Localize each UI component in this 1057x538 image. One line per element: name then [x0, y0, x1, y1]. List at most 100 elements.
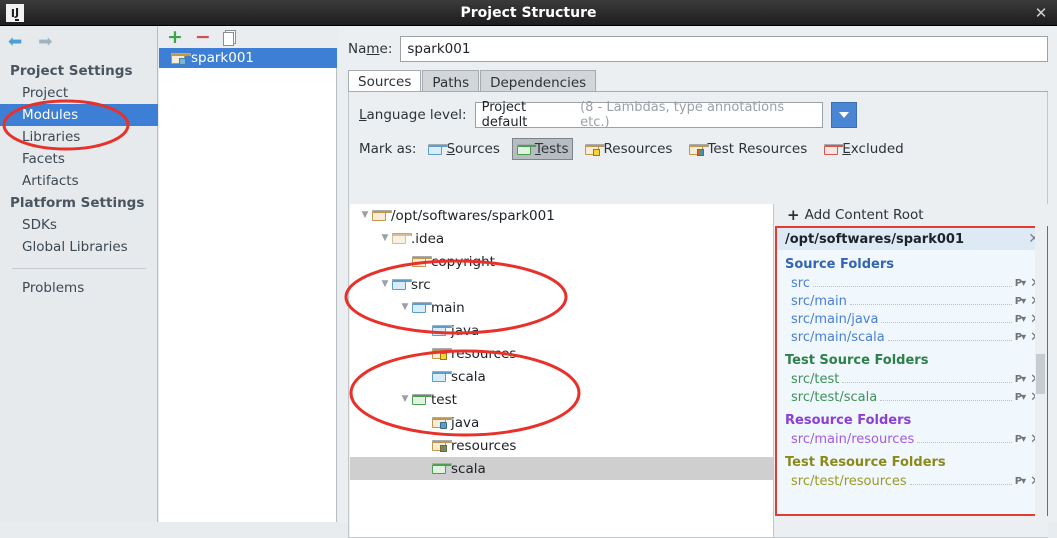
folder-tests-icon	[516, 143, 537, 155]
add-module-icon[interactable]: +	[167, 27, 183, 47]
chevron-down-icon[interactable]: ▼	[378, 280, 392, 289]
sidebar-item-modules[interactable]: Modules	[0, 104, 158, 126]
sidebar-group-project-settings: Project Settings	[10, 63, 133, 79]
mark-as-tests-button[interactable]: Tests	[511, 138, 574, 160]
leader-dots	[880, 391, 1012, 401]
add-content-root-button[interactable]: + Add Content Root	[775, 204, 1048, 226]
leader-dots	[849, 295, 1012, 305]
settings-sidebar: ⬅ ➡ Project Settings Project Modules Lib…	[0, 26, 158, 522]
package-prefix-icon[interactable]: P▾	[1015, 332, 1026, 343]
tab-paths[interactable]: Paths	[422, 70, 480, 92]
sidebar-item-libraries[interactable]: Libraries	[0, 126, 158, 148]
modules-toolbar: + −	[159, 26, 337, 48]
tab-dependencies[interactable]: Dependencies	[480, 70, 597, 92]
module-list-item-spark001[interactable]: spark001	[159, 48, 337, 68]
mark-as-sources-button[interactable]: Sources	[423, 138, 504, 160]
sidebar-item-artifacts[interactable]: Artifacts	[0, 170, 158, 192]
folder-path: src/main/resources	[791, 431, 915, 447]
tree-row[interactable]: java	[350, 411, 773, 434]
tree-row[interactable]: scala	[350, 457, 773, 480]
test-source-folder-row[interactable]: src/test/scala P▾ ✕	[777, 388, 1046, 406]
sidebar-item-sdks[interactable]: SDKs	[0, 214, 158, 236]
tree-row-label: src	[411, 276, 431, 293]
tree-row[interactable]: ▼ src	[350, 273, 773, 296]
forward-arrow-icon[interactable]: ➡	[38, 34, 52, 51]
package-prefix-icon[interactable]: P▾	[1015, 434, 1026, 445]
folder-path: src/main/scala	[791, 329, 885, 345]
package-prefix-icon[interactable]: P▾	[1015, 314, 1026, 325]
mark-as-resources-button[interactable]: Resources	[580, 138, 677, 160]
scrollbar-thumb[interactable]	[1036, 354, 1045, 394]
tree-row[interactable]: ▼ main	[350, 296, 773, 319]
modules-panel: + − spark001	[159, 26, 337, 522]
remove-module-icon[interactable]: −	[195, 27, 211, 47]
tree-row[interactable]: scala	[350, 365, 773, 388]
folder-icon	[432, 348, 452, 360]
mark-as-resources-label: Resources	[603, 141, 673, 157]
back-arrow-icon[interactable]: ⬅	[8, 34, 22, 51]
chevron-down-icon[interactable]: ▼	[398, 303, 412, 312]
chevron-down-icon[interactable]	[830, 102, 857, 128]
test-resource-folder-row[interactable]: src/test/resources P▾ ✕	[777, 472, 1046, 490]
language-level-combo[interactable]: Project default (8 - Lambdas, type annot…	[474, 100, 823, 130]
content-root-card: /opt/softwares/spark001 ✕ Source Folders…	[775, 226, 1048, 516]
copy-module-icon[interactable]	[222, 30, 236, 46]
leader-dots	[917, 433, 1012, 443]
tab-sources[interactable]: Sources	[348, 70, 422, 92]
tree-row[interactable]: resources	[350, 434, 773, 457]
name-label: Name:	[348, 41, 393, 57]
source-folder-row[interactable]: src/main/scala P▾ ✕	[777, 328, 1046, 346]
tree-row-label: scala	[451, 368, 486, 385]
language-level-value: Project default	[481, 100, 528, 130]
mark-as-row: Mark as: Sources Tests Resources Test Re…	[359, 138, 909, 160]
module-name-row: Name:	[348, 36, 1048, 62]
folder-icon	[372, 210, 392, 221]
section-header-test-source-folders: Test Source Folders	[785, 353, 929, 368]
sidebar-group-platform-settings: Platform Settings	[10, 195, 145, 211]
test-source-folder-row[interactable]: src/test P▾ ✕	[777, 370, 1046, 388]
sidebar-item-facets[interactable]: Facets	[0, 148, 158, 170]
mark-as-test-resources-button[interactable]: Test Resources	[684, 138, 812, 160]
tab-bar: Sources Paths Dependencies	[348, 70, 597, 92]
source-folder-row[interactable]: src/main P▾ ✕	[777, 292, 1046, 310]
tree-row[interactable]: resources	[350, 342, 773, 365]
close-icon[interactable]: ✕	[1033, 5, 1049, 21]
tree-row-label: /opt/softwares/spark001	[391, 207, 555, 224]
tree-row[interactable]: ▼ /opt/softwares/spark001	[350, 204, 773, 227]
chevron-down-icon[interactable]: ▼	[358, 211, 372, 220]
mark-as-tests-label: Tests	[534, 141, 569, 157]
sidebar-item-global-libraries[interactable]: Global Libraries	[0, 236, 158, 258]
chevron-down-icon[interactable]: ▼	[378, 234, 392, 243]
source-folder-tree[interactable]: ▼ /opt/softwares/spark001 ▼ .idea copyri…	[350, 204, 774, 537]
chevron-down-icon[interactable]: ▼	[398, 395, 412, 404]
package-prefix-icon[interactable]: P▾	[1015, 392, 1026, 403]
source-folder-row[interactable]: src P▾ ✕	[777, 274, 1046, 292]
tree-row-label: main	[431, 299, 465, 316]
mark-as-excluded-button[interactable]: Excluded	[819, 138, 908, 160]
leader-dots	[909, 475, 1012, 485]
folder-icon	[432, 417, 452, 429]
folder-icon	[412, 394, 432, 405]
leader-dots	[881, 313, 1012, 323]
folder-icon	[392, 233, 412, 244]
package-prefix-icon[interactable]: P▾	[1015, 296, 1026, 307]
package-prefix-icon[interactable]: P▾	[1015, 278, 1026, 289]
tree-row[interactable]: ▼ .idea	[350, 227, 773, 250]
tree-row[interactable]: ▼ test	[350, 388, 773, 411]
package-prefix-icon[interactable]: P▾	[1015, 374, 1026, 385]
tree-row[interactable]: copyright	[350, 250, 773, 273]
source-folder-row[interactable]: src/main/java P▾ ✕	[777, 310, 1046, 328]
sources-tab-panel: Language level: Project default (8 - Lam…	[348, 92, 1048, 538]
package-prefix-icon[interactable]: P▾	[1015, 476, 1026, 487]
sidebar-item-problems[interactable]: Problems	[0, 277, 158, 299]
resource-folder-row[interactable]: src/main/resources P▾ ✕	[777, 430, 1046, 448]
folder-sources-icon	[428, 143, 449, 155]
sidebar-list: Project Settings Project Modules Librari…	[0, 60, 158, 299]
title-bar: IJ Project Structure ✕	[0, 0, 1057, 26]
tree-row[interactable]: java	[350, 319, 773, 342]
module-name-input[interactable]	[400, 36, 1048, 62]
sidebar-item-project[interactable]: Project	[0, 82, 158, 104]
folder-path: src/main	[791, 293, 847, 309]
roots-scrollbar[interactable]	[1035, 204, 1047, 537]
folder-path: src/test	[791, 371, 840, 387]
